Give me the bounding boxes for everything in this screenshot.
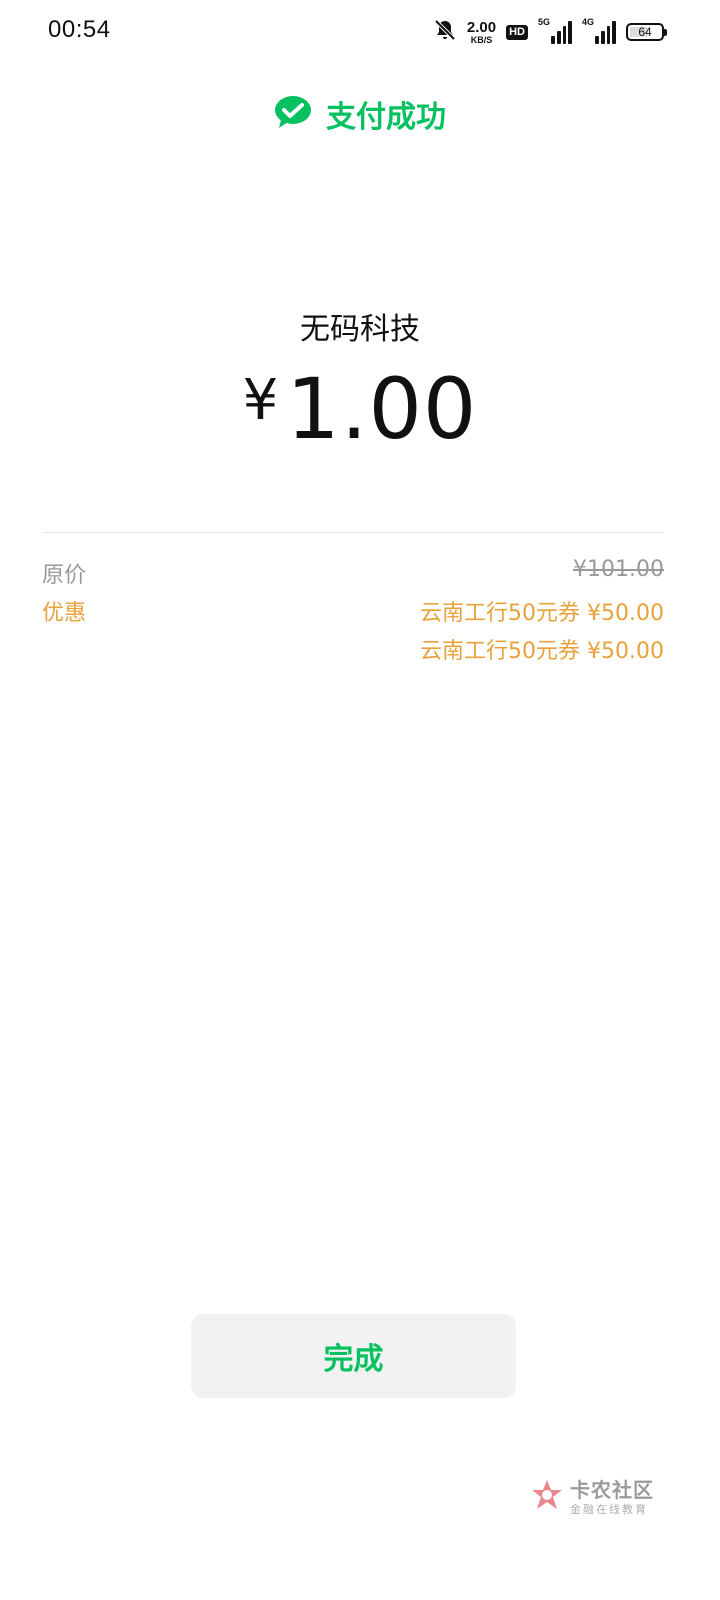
page-title: 支付成功	[326, 100, 446, 135]
bell-muted-icon	[433, 18, 457, 46]
status-bar: 00:54 2.00 KB/S HD 5G 4G 64	[0, 0, 720, 64]
merchant-name: 无码科技	[300, 312, 420, 347]
done-button[interactable]: 完成	[191, 1314, 516, 1398]
payment-status-header: 支付成功	[0, 92, 720, 136]
discount-item: 云南工行50元券 ¥50.00	[420, 639, 664, 664]
divider	[42, 532, 664, 533]
signal-icon: 5G	[538, 17, 573, 44]
battery-level: 64	[638, 25, 652, 39]
network-speed: 2.00 KB/S	[467, 20, 496, 45]
network-speed-value: 2.00	[466, 18, 497, 36]
watermark-subtitle: 金融在线教育	[570, 1502, 648, 1516]
status-icons: 2.00 KB/S HD 5G 4G 64	[433, 17, 667, 46]
currency-symbol: ¥	[242, 368, 279, 433]
kanong-logo-icon	[530, 1478, 564, 1516]
watermark: 卡农社区 金融在线教育	[530, 1478, 654, 1516]
signal-icon: 4G	[582, 17, 617, 44]
network-speed-unit: KB/S	[470, 34, 493, 45]
status-time: 00:54	[48, 16, 111, 43]
original-price-row: 原价 ¥101.00	[42, 557, 664, 589]
watermark-title: 卡农社区	[570, 1477, 654, 1502]
discount-row: 优惠 云南工行50元券 ¥50.00	[42, 595, 664, 627]
discount-item: 云南工行50元券 ¥50.00	[420, 601, 664, 626]
discount-row: 云南工行50元券 ¥50.00	[42, 633, 664, 665]
battery-icon: 64	[626, 23, 667, 41]
original-price-label: 原价	[42, 563, 87, 588]
payment-amount: ¥1.00	[0, 360, 720, 458]
discount-label: 优惠	[42, 601, 87, 626]
hd-icon: HD	[506, 24, 528, 40]
original-price-value: ¥101.00	[573, 557, 664, 582]
amount-value: 1.00	[286, 360, 478, 458]
sim1-label: 5G	[538, 17, 551, 27]
wechat-pay-icon	[274, 95, 312, 133]
sim2-label: 4G	[582, 17, 595, 27]
